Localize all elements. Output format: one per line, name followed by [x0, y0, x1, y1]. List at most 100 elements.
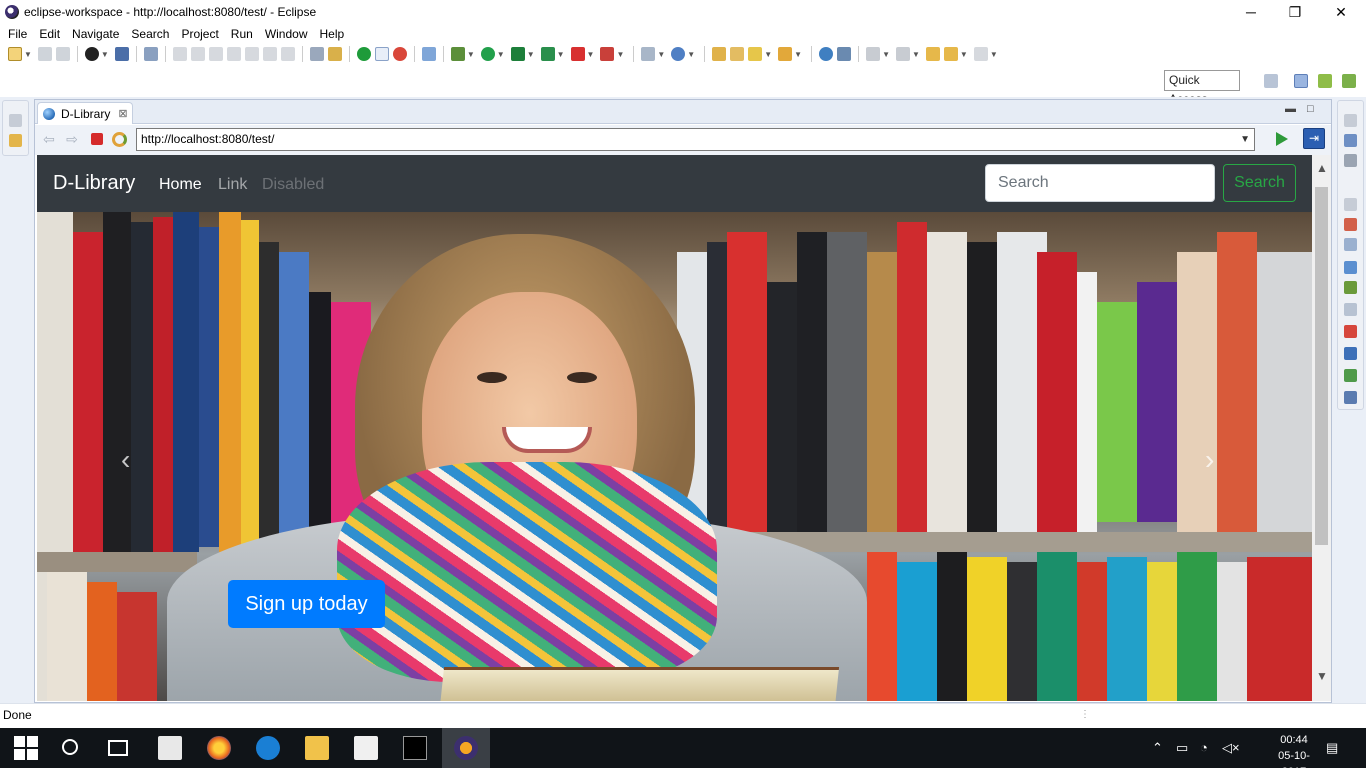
- open-folder-dropdown-icon[interactable]: ▼: [794, 50, 802, 59]
- next-annotation-icon[interactable]: [866, 47, 881, 61]
- menu-file[interactable]: File: [2, 27, 33, 41]
- new-class-dropdown-icon[interactable]: ▼: [687, 50, 695, 59]
- console-view-icon[interactable]: [1344, 347, 1357, 360]
- viewport-scrollbar[interactable]: ▲ ▼: [1312, 155, 1331, 701]
- restore-outline-icon[interactable]: [1344, 114, 1357, 127]
- start-server-icon[interactable]: [356, 47, 371, 61]
- drop-to-frame-icon[interactable]: [309, 47, 324, 61]
- terminate-icon[interactable]: [208, 47, 223, 61]
- volume-muted-icon[interactable]: ◁×: [1222, 740, 1240, 756]
- external-tools-dropdown-icon[interactable]: ▼: [557, 50, 565, 59]
- snippets-view-icon[interactable]: [1344, 303, 1357, 316]
- tab-d-library[interactable]: D-Library ⊠: [37, 102, 133, 124]
- refresh-icon[interactable]: [112, 132, 127, 147]
- menu-search[interactable]: Search: [125, 27, 175, 41]
- store-icon[interactable]: [158, 736, 182, 760]
- minimize-button[interactable]: ─: [1228, 0, 1274, 24]
- close-tab-icon[interactable]: ⊠: [118, 107, 127, 120]
- new-icon[interactable]: [8, 47, 22, 61]
- forward-dropdown-icon[interactable]: ▼: [990, 50, 998, 59]
- problems-view-icon[interactable]: [1344, 325, 1357, 338]
- step-over-icon[interactable]: [262, 47, 277, 61]
- markers-view-icon[interactable]: [1344, 218, 1357, 231]
- open-type-icon[interactable]: [712, 47, 727, 61]
- open-perspective-icon[interactable]: [1264, 74, 1278, 88]
- properties-view-icon[interactable]: [1344, 238, 1357, 251]
- restore-stack-icon[interactable]: [9, 114, 22, 127]
- coverage-dropdown-icon[interactable]: ▼: [527, 50, 535, 59]
- restore-bottom-stack-icon[interactable]: [1344, 198, 1357, 211]
- forward-arrow-icon[interactable]: ⇨: [64, 131, 80, 147]
- url-field[interactable]: http://localhost:8080/test/ ▼: [136, 128, 1255, 151]
- scroll-down-icon[interactable]: ▼: [1316, 669, 1328, 683]
- nav-link-home[interactable]: Home: [159, 176, 202, 194]
- site-search-button[interactable]: Search: [1223, 164, 1296, 202]
- stop-dropdown-icon[interactable]: ▼: [587, 50, 595, 59]
- menu-edit[interactable]: Edit: [33, 27, 66, 41]
- previous-annotation-dropdown-icon[interactable]: ▼: [912, 50, 920, 59]
- deploy-icon[interactable]: [600, 47, 615, 61]
- new-java-dropdown-icon[interactable]: ▼: [657, 50, 665, 59]
- open-external-browser-icon[interactable]: ⇥: [1303, 128, 1325, 149]
- toggle-view-icon[interactable]: [374, 47, 389, 61]
- skip-breakpoints-icon[interactable]: [143, 47, 158, 61]
- new-server-icon[interactable]: [421, 47, 436, 61]
- back-dropdown-icon[interactable]: ▼: [960, 50, 968, 59]
- new-dropdown-icon[interactable]: ▼: [24, 50, 32, 59]
- action-center-icon[interactable]: ▤: [1326, 740, 1338, 756]
- menu-project[interactable]: Project: [175, 27, 224, 41]
- command-prompt-icon[interactable]: [403, 736, 427, 760]
- back-icon[interactable]: [943, 47, 958, 61]
- restore-button[interactable]: ❐: [1272, 0, 1318, 24]
- new-java-project-icon[interactable]: [641, 47, 656, 61]
- scroll-up-icon[interactable]: ▲: [1316, 161, 1328, 175]
- browser-icon[interactable]: [392, 47, 407, 61]
- next-annotation-dropdown-icon[interactable]: ▼: [882, 50, 890, 59]
- battery-icon[interactable]: ▭: [1176, 740, 1188, 756]
- previous-annotation-icon[interactable]: [895, 47, 910, 61]
- back-arrow-icon[interactable]: ⇦: [41, 131, 57, 147]
- wifi-icon[interactable]: ◔: [1200, 740, 1208, 755]
- use-step-filters-icon[interactable]: [327, 47, 342, 61]
- terminal-icon[interactable]: [114, 47, 129, 61]
- web-perspective-icon[interactable]: [1294, 74, 1308, 88]
- search-view-icon[interactable]: [1344, 391, 1357, 404]
- suspend-icon[interactable]: [190, 47, 205, 61]
- close-window-button[interactable]: ✕: [1318, 0, 1364, 24]
- carousel-prev-icon[interactable]: ‹: [121, 444, 130, 476]
- scroll-thumb[interactable]: [1315, 187, 1328, 545]
- data-source-explorer-icon[interactable]: [1344, 281, 1357, 294]
- task-view-icon[interactable]: [108, 740, 128, 756]
- step-into-icon[interactable]: [244, 47, 259, 61]
- forward-icon[interactable]: [973, 47, 988, 61]
- signup-button[interactable]: Sign up today: [228, 580, 385, 628]
- menu-navigate[interactable]: Navigate: [66, 27, 125, 41]
- step-return-icon[interactable]: [280, 47, 295, 61]
- menu-help[interactable]: Help: [314, 27, 351, 41]
- open-folder-icon[interactable]: [778, 47, 793, 61]
- debug-icon[interactable]: [450, 47, 465, 61]
- url-history-dropdown-icon[interactable]: ▼: [1240, 129, 1250, 150]
- profile-dropdown-icon[interactable]: ▼: [101, 50, 109, 59]
- debug-perspective-icon[interactable]: [1342, 74, 1356, 88]
- go-icon[interactable]: [1276, 132, 1288, 146]
- mail-icon[interactable]: [354, 736, 378, 760]
- quick-access-field[interactable]: Quick Access: [1164, 70, 1240, 106]
- external-tools-icon[interactable]: [540, 47, 555, 61]
- web-browser-icon[interactable]: [819, 47, 834, 61]
- minimize-editor-icon[interactable]: ▬: [1285, 103, 1296, 115]
- profile-icon[interactable]: [84, 47, 99, 61]
- menu-run[interactable]: Run: [225, 27, 259, 41]
- resume-icon[interactable]: [172, 47, 187, 61]
- maximize-editor-icon[interactable]: □: [1307, 103, 1314, 115]
- project-explorer-icon[interactable]: [9, 134, 22, 147]
- new-class-icon[interactable]: [671, 47, 686, 61]
- nav-link-link[interactable]: Link: [218, 176, 247, 194]
- system-clock[interactable]: 00:44 05-10-2017: [1268, 732, 1320, 768]
- site-brand[interactable]: D-Library: [53, 172, 135, 195]
- eclipse-taskbar-button[interactable]: [442, 728, 490, 768]
- edge-icon[interactable]: [256, 736, 280, 760]
- save-icon[interactable]: [37, 47, 52, 61]
- search-taskbar-icon[interactable]: [62, 739, 78, 755]
- show-hidden-icons-icon[interactable]: ⌃: [1152, 740, 1163, 756]
